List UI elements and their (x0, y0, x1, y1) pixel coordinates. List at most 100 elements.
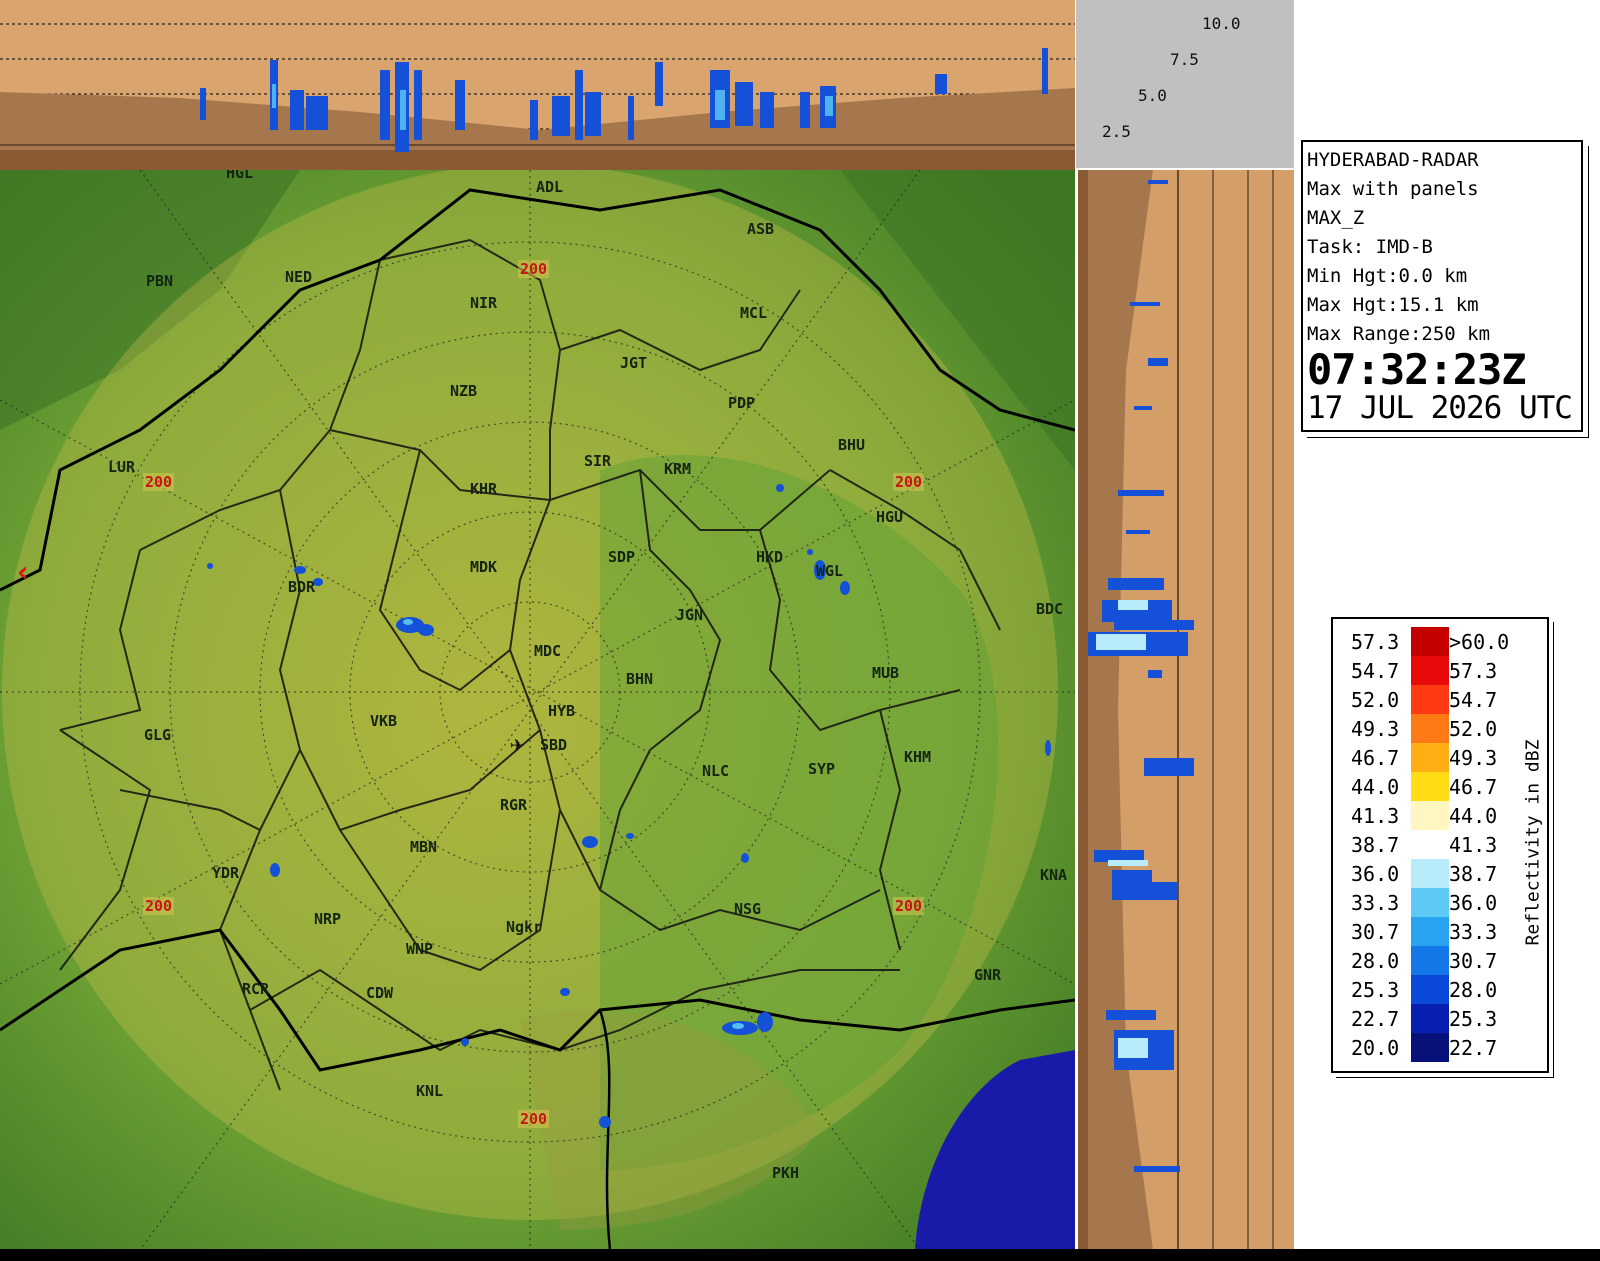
station-label: Ngkr (506, 918, 543, 936)
legend-swatch (1411, 1004, 1449, 1033)
top-panel-graphic (0, 23, 1075, 170)
station-label: JGN (676, 606, 704, 624)
station-label: JGT (620, 354, 648, 372)
station-label: PBN (146, 272, 174, 290)
station-label: KHM (904, 748, 932, 766)
legend-low-value: 38.7 (1351, 833, 1400, 857)
task-name: Task: IMD-B (1307, 236, 1433, 258)
legend-low-value: 20.0 (1351, 1036, 1400, 1060)
station-label: SDP (608, 548, 636, 566)
legend-row: 54.7 57.3 (1333, 656, 1547, 685)
legend-swatch (1411, 830, 1449, 859)
legend-swatch (1411, 946, 1449, 975)
station-label: HGU (876, 508, 904, 526)
legend-low-value: 28.0 (1351, 949, 1400, 973)
station-label: KNA (1040, 866, 1068, 884)
legend-high-value: >60.0 (1449, 630, 1510, 654)
legend-high-value: 44.0 (1449, 804, 1498, 828)
station-label: PKH (772, 1164, 800, 1182)
station-label: MUB (872, 664, 900, 682)
side-height-panel (1078, 170, 1294, 1250)
station-label: WNP (406, 940, 434, 958)
legend-low-value: 25.3 (1351, 978, 1400, 1002)
legend-row: 57.3 >60.0 (1333, 627, 1547, 656)
station-label: NSG (734, 900, 762, 918)
radar-map[interactable]: ✈ ‹ 200 200 200 200 200 200 HGL ADL ASB … (0, 170, 1075, 1250)
station-label: MDC (534, 642, 562, 660)
station-label: GNR (974, 966, 1002, 984)
station-label: NIR (470, 294, 498, 312)
station-label: SYP (808, 760, 836, 778)
station-label: ADL (536, 178, 564, 196)
height-label-7-5: 7.5 (1170, 50, 1199, 69)
station-label: LUR (108, 458, 136, 476)
legend-swatch (1411, 627, 1449, 656)
top-height-panel (0, 0, 1075, 170)
legend-low-value: 49.3 (1351, 717, 1400, 741)
reflectivity-legend: 57.3 >60.0 54.7 57.3 52.0 54.7 49.3 52.0 46.7 49.… (1331, 617, 1549, 1073)
legend-row: 44.0 46.7 (1333, 772, 1547, 801)
station-label: KRM (664, 460, 692, 478)
station-label: NED (285, 268, 313, 286)
station-label: HYB (548, 702, 576, 720)
station-label: HKD (756, 548, 784, 566)
station-label: BHN (626, 670, 654, 688)
legend-row: 41.3 44.0 (1333, 801, 1547, 830)
height-label-5: 5.0 (1138, 86, 1167, 105)
observation-time: 07:32:23Z (1307, 345, 1527, 394)
station-label: KHR (470, 480, 498, 498)
station-label: GLG (144, 726, 172, 744)
legend-low-value: 41.3 (1351, 804, 1400, 828)
legend-high-value: 22.7 (1449, 1036, 1498, 1060)
legend-title-wrap: Reflectivity in dBZ (1518, 720, 1548, 970)
legend-swatch (1411, 743, 1449, 772)
height-label-10: 10.0 (1202, 14, 1241, 33)
legend-swatch (1411, 714, 1449, 743)
station-label: RCR (242, 980, 270, 998)
legend-swatch (1411, 888, 1449, 917)
pan-left-icon: ‹ (14, 555, 32, 590)
legend-swatch (1411, 801, 1449, 830)
range-label-northwest: 200 (143, 473, 175, 491)
legend-low-value: 36.0 (1351, 862, 1400, 886)
legend-low-value: 44.0 (1351, 775, 1400, 799)
max-height: Max Hgt:15.1 km (1307, 294, 1479, 316)
station-label: WGL (816, 562, 844, 580)
legend-row: 22.7 25.3 (1333, 1004, 1547, 1033)
station-label: NLC (702, 762, 730, 780)
legend-swatch (1411, 975, 1449, 1004)
station-label: SIR (584, 452, 612, 470)
range-label-northeast: 200 (893, 473, 925, 491)
legend-row: 28.0 30.7 (1333, 946, 1547, 975)
airport-icon: ✈ (510, 730, 524, 758)
station-label: BDR (288, 578, 316, 596)
product-name: Max with panels (1307, 178, 1479, 200)
legend-swatch (1411, 1033, 1449, 1062)
range-label-southeast: 200 (893, 897, 925, 915)
legend-high-value: 49.3 (1449, 746, 1498, 770)
station-label: MBN (410, 838, 438, 856)
legend-low-value: 46.7 (1351, 746, 1400, 770)
legend-row: 20.0 22.7 (1333, 1033, 1547, 1062)
legend-low-value: 52.0 (1351, 688, 1400, 712)
station-label: KNL (416, 1082, 444, 1100)
legend-swatch (1411, 859, 1449, 888)
station-label: MDK (470, 558, 498, 576)
range-label-southwest: 200 (143, 897, 175, 915)
legend-high-value: 30.7 (1449, 949, 1498, 973)
height-axis-panel: 10.0 7.5 5.0 2.5 (1076, 0, 1294, 168)
station-label: BDC (1036, 600, 1064, 618)
radar-info-box: HYDERABAD-RADAR Max with panels MAX_Z Ta… (1301, 140, 1583, 432)
legend-high-value: 28.0 (1449, 978, 1498, 1002)
legend-swatch (1411, 656, 1449, 685)
observation-date: 17 JUL 2026 UTC (1307, 390, 1573, 426)
legend-low-value: 54.7 (1351, 659, 1400, 683)
station-label: YDR (212, 864, 240, 882)
station-label: VKB (370, 712, 398, 730)
legend-high-value: 54.7 (1449, 688, 1498, 712)
legend-high-value: 52.0 (1449, 717, 1498, 741)
station-label: NZB (450, 382, 478, 400)
legend-row: 46.7 49.3 (1333, 743, 1547, 772)
range-label-north: 200 (518, 260, 550, 278)
legend-high-value: 46.7 (1449, 775, 1498, 799)
